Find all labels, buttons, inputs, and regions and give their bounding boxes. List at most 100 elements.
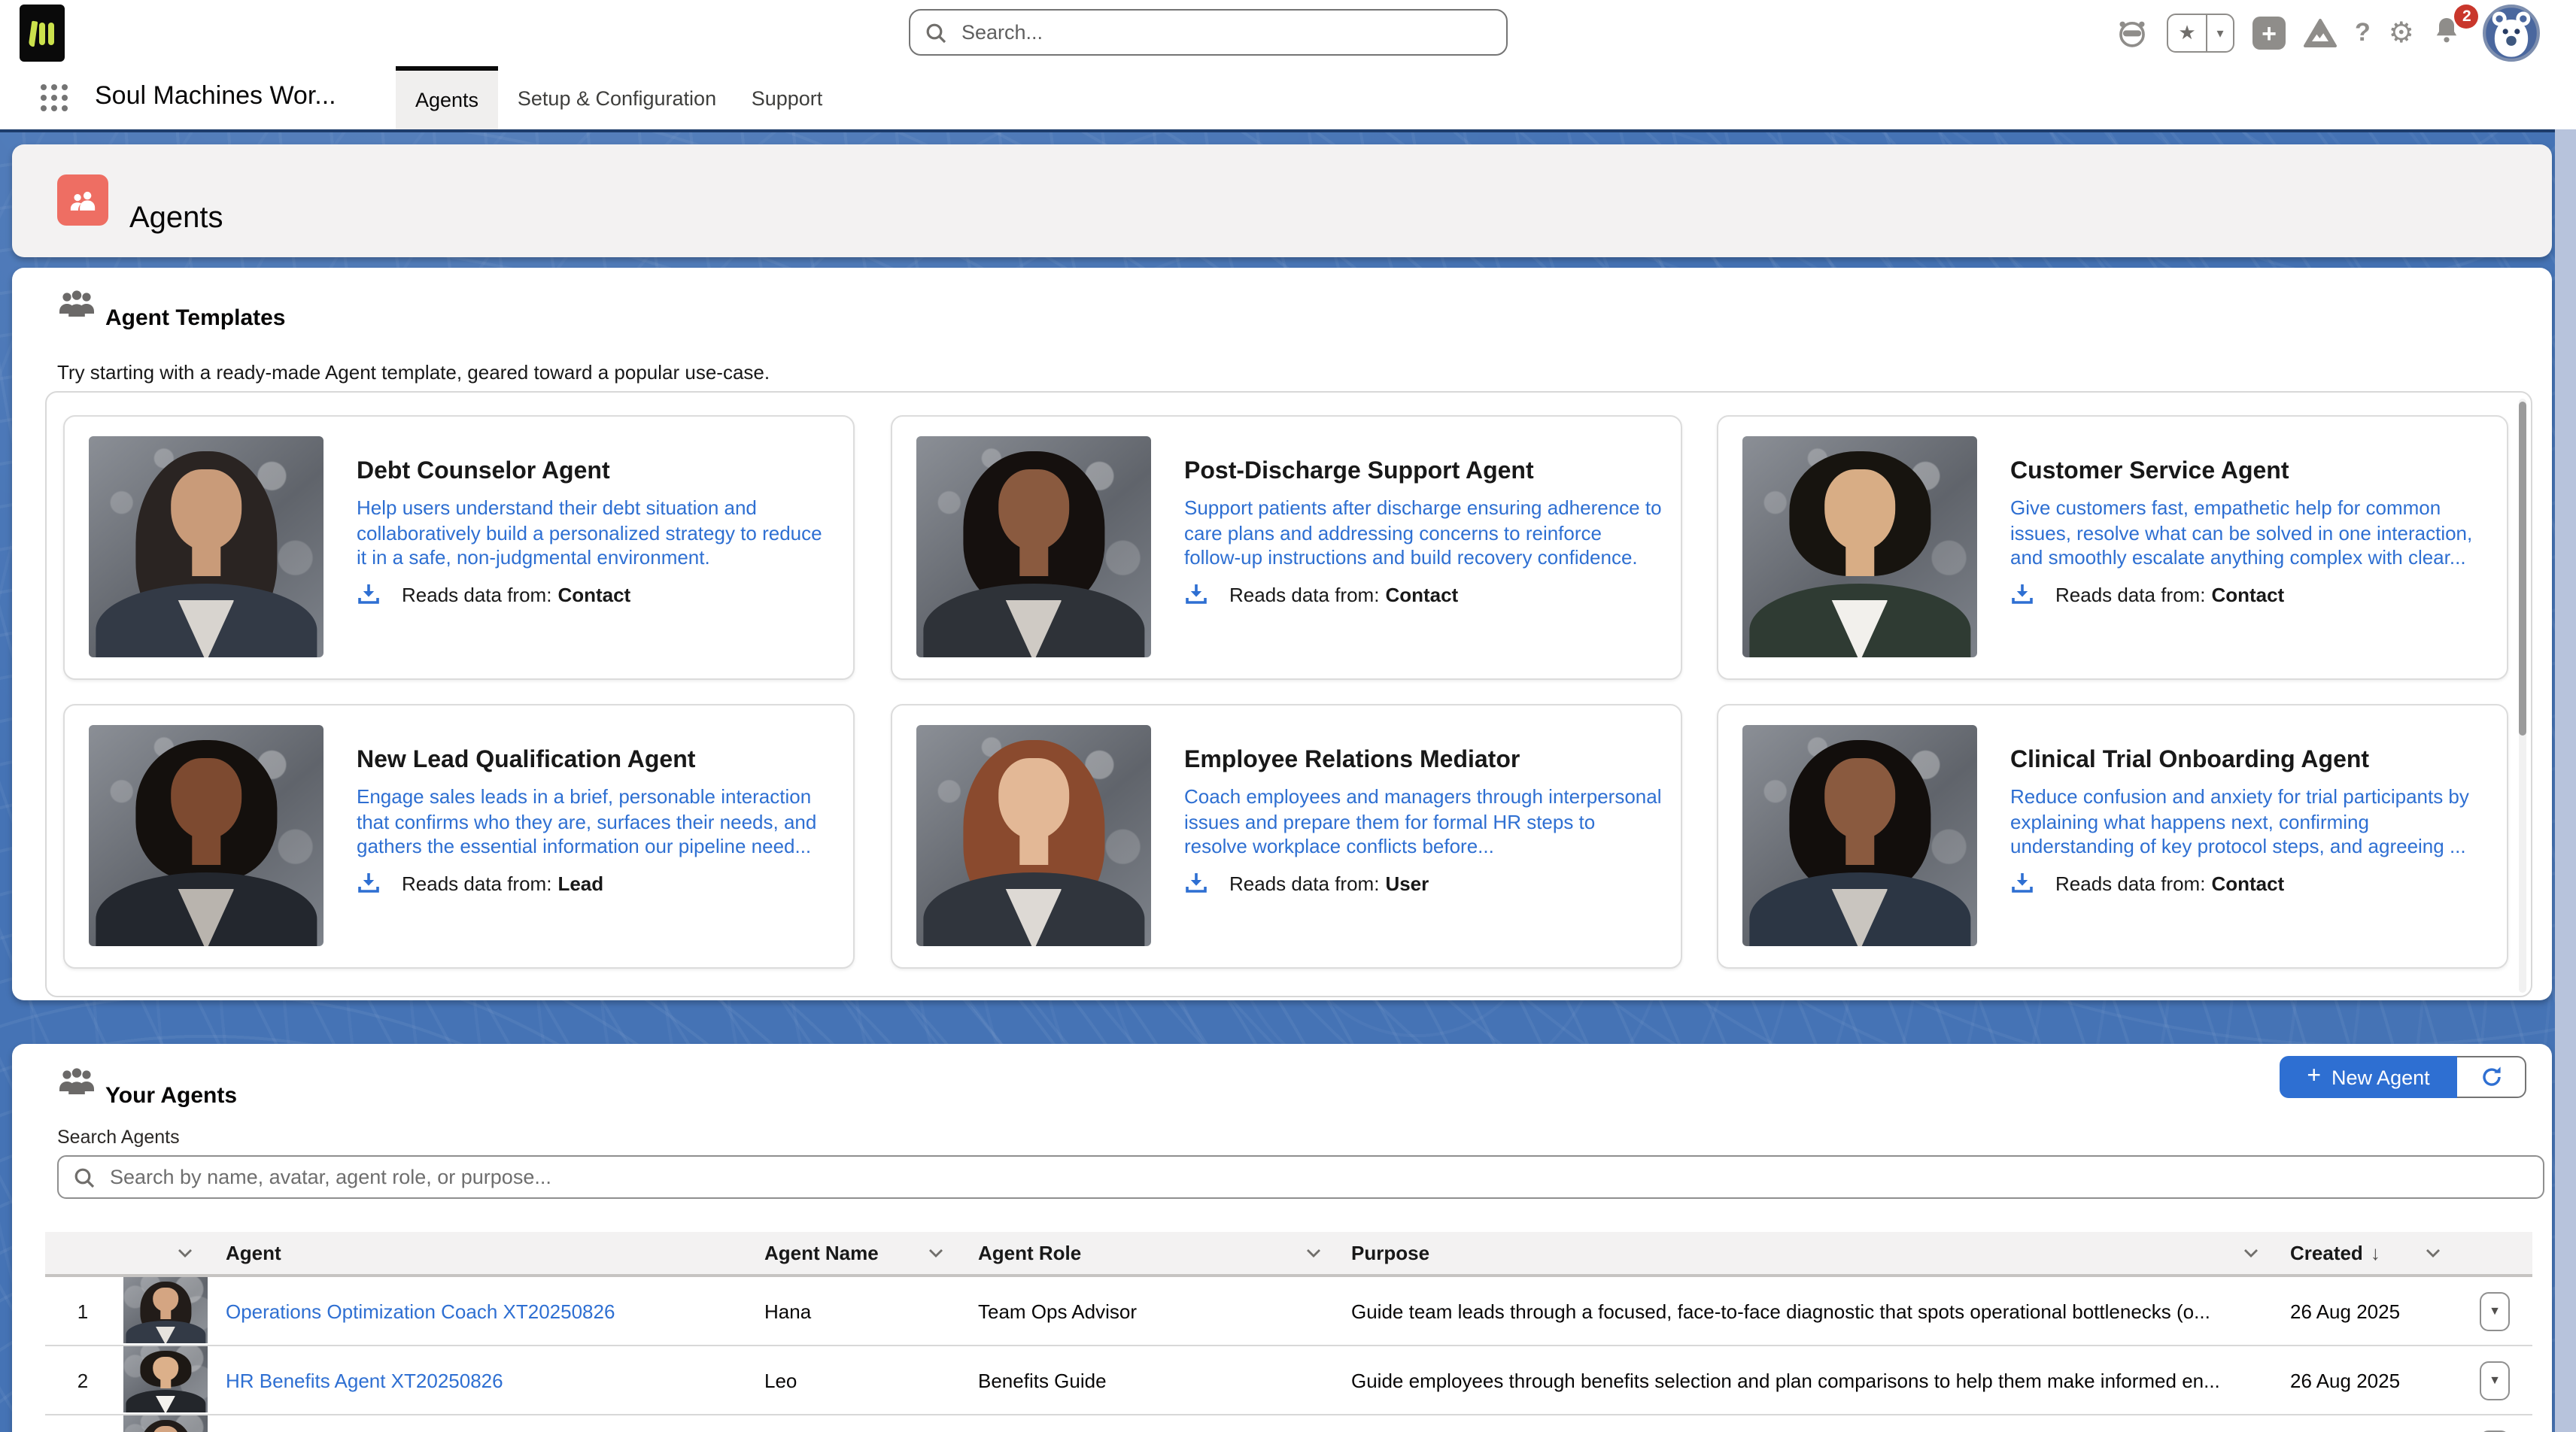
agents-search-input[interactable] — [107, 1164, 2528, 1190]
template-card-new-lead-qualification[interactable]: New Lead Qualification Agent Engage sale… — [63, 704, 855, 969]
reads-data-source: Contact — [2211, 872, 2284, 894]
agent-role-cell: Team Ops Advisor — [978, 1300, 1137, 1322]
reads-data-source: Lead — [557, 872, 603, 894]
column-header-agent-name[interactable]: Agent Name — [764, 1242, 879, 1264]
templates-section-title: Agent Templates — [105, 306, 286, 332]
template-avatar-photo — [1742, 436, 1977, 657]
download-icon — [2010, 582, 2034, 606]
template-description[interactable]: Reduce confusion and anxiety for trial p… — [2010, 785, 2489, 860]
template-title: Post-Discharge Support Agent — [1184, 459, 1534, 486]
reads-data-source: Contact — [557, 583, 630, 605]
template-description[interactable]: Coach employees and managers through int… — [1184, 785, 1663, 860]
setup-gear-icon[interactable]: ⚙ — [2389, 19, 2414, 47]
template-card-employee-relations[interactable]: Employee Relations Mediator Coach employ… — [891, 704, 1682, 969]
template-reads-row: Reads data from: Contact — [2010, 582, 2284, 606]
plus-icon: + — [2307, 1065, 2321, 1089]
tab-support[interactable]: Support — [742, 66, 832, 129]
template-avatar-photo — [89, 436, 324, 657]
template-card-debt-counselor[interactable]: Debt Counselor Agent Help users understa… — [63, 415, 855, 680]
column-menu-chevron-icon[interactable] — [928, 1248, 943, 1258]
global-search-input[interactable] — [958, 20, 1491, 45]
column-header-created[interactable]: Created ↓ — [2290, 1242, 2380, 1264]
agents-search-box[interactable] — [57, 1155, 2544, 1199]
template-description[interactable]: Give customers fast, empathetic help for… — [2010, 496, 2489, 571]
caret-down-icon: ▼ — [2489, 1373, 2501, 1387]
table-row[interactable]: 2 HR Benefits Agent XT20250826 Leo Benef… — [45, 1346, 2532, 1415]
page-scrollbar[interactable] — [2555, 129, 2576, 1432]
favorites-button-group[interactable]: ★ ▾ — [2167, 14, 2234, 53]
sort-desc-icon: ↓ — [2371, 1242, 2380, 1264]
agent-photo — [123, 1277, 208, 1343]
template-title: New Lead Qualification Agent — [357, 748, 695, 775]
reads-data-label: Reads data from: — [2055, 872, 2205, 894]
template-description[interactable]: Support patients after discharge ensurin… — [1184, 496, 1663, 571]
reads-data-label: Reads data from: — [1229, 583, 1379, 605]
column-header-agent-role[interactable]: Agent Role — [978, 1242, 1081, 1264]
einstein-assistant-icon[interactable] — [2116, 17, 2149, 50]
nav-divider — [0, 129, 2576, 132]
column-header-purpose[interactable]: Purpose — [1351, 1242, 1429, 1264]
agents-table-header: Agent Agent Name Agent Role Purpose Crea… — [45, 1232, 2532, 1277]
your-agents-actions: + New Agent — [2280, 1056, 2526, 1098]
reads-data-source: User — [1385, 872, 1429, 894]
tab-agents[interactable]: Agents — [396, 66, 498, 129]
app-title: Soul Machines Wor... — [95, 81, 336, 111]
agent-link[interactable]: HR Benefits Agent XT20250826 — [226, 1369, 503, 1391]
agents-table: Agent Agent Name Agent Role Purpose Crea… — [45, 1232, 2532, 1432]
trailhead-icon[interactable] — [2304, 18, 2337, 48]
column-header-agent[interactable]: Agent — [226, 1242, 281, 1264]
notifications-bell[interactable]: 2 — [2432, 15, 2465, 51]
template-card-clinical-trial[interactable]: Clinical Trial Onboarding Agent Reduce c… — [1717, 704, 2508, 969]
created-label: Created — [2290, 1242, 2363, 1264]
column-menu-chevron-icon[interactable] — [2243, 1248, 2259, 1258]
page-header-card: Agents — [12, 144, 2552, 257]
template-card-customer-service[interactable]: Customer Service Agent Give customers fa… — [1717, 415, 2508, 680]
purpose-cell: Guide employees through benefits selecti… — [1351, 1369, 2242, 1391]
template-description[interactable]: Help users understand their debt situati… — [357, 496, 835, 571]
agent-photo — [123, 1346, 208, 1412]
global-actions-icon[interactable]: + — [2252, 17, 2286, 50]
column-menu-chevron-icon[interactable] — [2426, 1248, 2441, 1258]
favorites-star-icon[interactable]: ★ — [2168, 15, 2206, 51]
download-icon — [1184, 582, 1208, 606]
download-icon — [1184, 871, 1208, 895]
agent-link[interactable]: Operations Optimization Coach XT20250826 — [226, 1300, 615, 1322]
global-search-box[interactable] — [909, 9, 1508, 56]
agent-thumbnail — [123, 1415, 208, 1432]
your-agents-section: Your Agents + New Agent Search Agents — [12, 1044, 2552, 1432]
tab-setup-configuration[interactable]: Setup & Configuration — [516, 66, 718, 129]
templates-scroll-container: Debt Counselor Agent Help users understa… — [45, 391, 2532, 997]
template-description[interactable]: Engage sales leads in a brief, personabl… — [357, 785, 835, 860]
column-menu-chevron-icon[interactable] — [178, 1248, 193, 1258]
app-launcher-icon[interactable] — [41, 84, 68, 111]
help-icon[interactable]: ? — [2355, 18, 2371, 48]
new-agent-button[interactable]: + New Agent — [2280, 1056, 2457, 1098]
row-actions-button[interactable]: ▼ — [2480, 1291, 2510, 1330]
templates-scrollbar-thumb[interactable] — [2519, 402, 2526, 736]
row-actions-button[interactable]: ▼ — [2480, 1361, 2510, 1400]
column-menu-chevron-icon[interactable] — [1306, 1248, 1321, 1258]
template-avatar-photo — [89, 725, 324, 946]
caret-down-icon: ▼ — [2489, 1304, 2501, 1318]
agent-photo — [123, 1415, 208, 1432]
reads-data-source: Contact — [1385, 583, 1458, 605]
new-agent-label: New Agent — [2331, 1066, 2430, 1088]
table-row[interactable]: 3 Medication Adherence Coach XT20250826 … — [45, 1415, 2532, 1432]
global-actions: ★ ▾ + ? ⚙ 2 — [2116, 0, 2541, 66]
row-number: 2 — [45, 1369, 120, 1391]
favorites-caret-icon[interactable]: ▾ — [2206, 15, 2233, 51]
template-reads-row: Reads data from: Contact — [2010, 871, 2284, 895]
template-card-post-discharge[interactable]: Post-Discharge Support Agent Support pat… — [891, 415, 1682, 680]
refresh-button[interactable] — [2457, 1056, 2526, 1098]
app-window: ★ ▾ + ? ⚙ 2 Soul Machines Wor... Agents … — [0, 0, 2576, 1432]
user-avatar[interactable] — [2483, 5, 2541, 62]
main-content: Agents Agent Templates Try starting with… — [0, 129, 2576, 1432]
template-reads-row: Reads data from: Contact — [357, 582, 630, 606]
group-people-icon — [57, 289, 96, 317]
table-row[interactable]: 1 Operations Optimization Coach XT202508… — [45, 1277, 2532, 1346]
purpose-cell: Guide team leads through a focused, face… — [1351, 1300, 2242, 1322]
refresh-icon — [2479, 1065, 2503, 1089]
template-avatar-photo — [1742, 725, 1977, 946]
template-reads-row: Reads data from: Contact — [1184, 582, 1458, 606]
agent-templates-section: Agent Templates Try starting with a read… — [12, 268, 2552, 1000]
